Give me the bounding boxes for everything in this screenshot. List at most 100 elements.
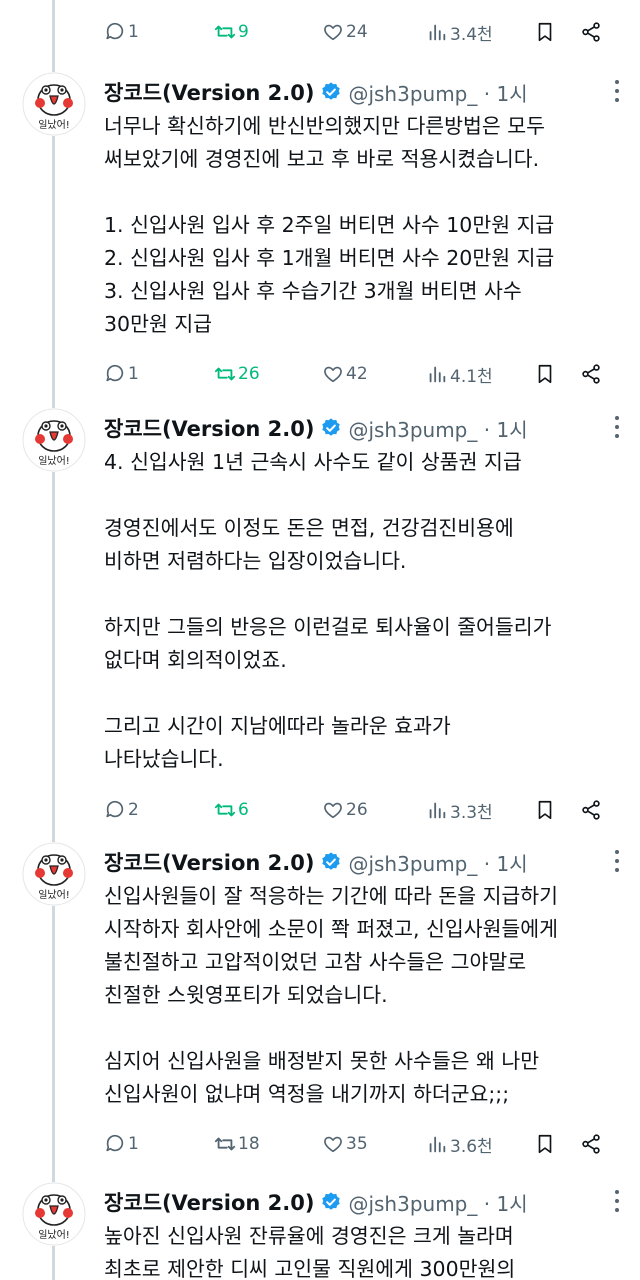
bookmark-button[interactable] xyxy=(534,363,580,385)
tweet-line: 불친절하고 고압적이었던 고참 사수들은 그야말로 xyxy=(104,950,527,974)
author-name[interactable]: 장코드(Version 2.0) xyxy=(104,77,314,107)
reply-icon xyxy=(106,800,124,818)
tweet-line: 경영진에서도 이정도 돈은 면접, 건강검진비용에 xyxy=(104,516,514,540)
verified-badge-icon xyxy=(322,1192,341,1210)
reply-button[interactable]: 2 xyxy=(104,799,214,821)
views-count: 4.1천 xyxy=(450,366,493,387)
retweet-icon xyxy=(214,1137,236,1151)
tweet-line: 비하면 저렴하다는 입장이었습니다. xyxy=(104,549,407,573)
tweet-line: 하지만 그들의 반응은 이런걸로 퇴사율이 줄어들리가 xyxy=(104,615,552,639)
avatar-illustration: 일났어! xyxy=(22,842,86,906)
heart-icon xyxy=(324,802,342,819)
bookmark-button[interactable] xyxy=(534,799,580,821)
more-options-icon[interactable] xyxy=(614,416,620,440)
share-button[interactable] xyxy=(580,1133,604,1155)
reply-button[interactable]: 1 xyxy=(104,363,214,385)
bar-chart-icon xyxy=(429,802,446,819)
tweet-line: 심지어 신입사원을 배정받지 못한 사수들은 왜 나만 xyxy=(104,1049,540,1073)
avatar-illustration: 일났어! xyxy=(22,1182,86,1246)
views-button[interactable]: 3.3천 xyxy=(426,798,534,823)
like-button[interactable]: 24 xyxy=(322,21,426,43)
tweet-time: 1시 xyxy=(496,1191,528,1216)
bar-chart-icon xyxy=(429,1136,446,1153)
like-button[interactable]: 35 xyxy=(322,1133,426,1155)
bookmark-button[interactable] xyxy=(534,21,580,43)
tweet-header: 장코드(Version 2.0) @jsh3pump_ · 1시 xyxy=(104,842,528,882)
heart-icon xyxy=(324,1136,342,1153)
views-count: 3.6천 xyxy=(450,1136,493,1157)
like-button[interactable]: 42 xyxy=(322,363,426,385)
avatar[interactable]: 일났어! xyxy=(22,842,86,906)
bookmark-icon xyxy=(538,1134,552,1154)
share-button[interactable] xyxy=(580,799,604,821)
handle-text: @jsh3pump_ xyxy=(348,1191,478,1216)
views-count: 3.3천 xyxy=(450,802,493,823)
reply-button[interactable]: 1 xyxy=(104,21,214,43)
more-options-icon[interactable] xyxy=(614,850,620,874)
share-icon xyxy=(582,22,600,42)
heart-icon xyxy=(324,24,342,41)
retweet-button[interactable]: 6 xyxy=(214,799,322,821)
avatar-illustration: 일났어! xyxy=(22,72,86,136)
share-icon xyxy=(582,364,600,384)
share-button[interactable] xyxy=(580,21,604,43)
avatar[interactable]: 일났어! xyxy=(22,408,86,472)
tweet-line: 2. 신입사원 입사 후 1개월 버티면 사수 20만원 지급 xyxy=(104,246,555,270)
more-options-icon[interactable] xyxy=(614,1190,620,1214)
tweet-text: 높아진 신입사원 잔류율에 경영진은 크게 놀라며 최초로 제안한 디씨 고인물 … xyxy=(104,1220,614,1280)
retweet-button[interactable]: 18 xyxy=(214,1133,322,1155)
views-button[interactable]: 3.6천 xyxy=(426,1132,534,1157)
more-options-icon[interactable] xyxy=(614,80,620,104)
author-handle[interactable]: @jsh3pump_ · 1시 xyxy=(348,78,527,107)
verified-badge-icon xyxy=(322,82,341,100)
tweet-text: 4. 신입사원 1년 근속시 사수도 같이 상품권 지급경영진에서도 이정도 돈… xyxy=(104,446,614,776)
author-name[interactable]: 장코드(Version 2.0) xyxy=(104,1187,314,1217)
retweet-count: 18 xyxy=(238,1134,260,1154)
reply-button[interactable]: 1 xyxy=(104,1133,214,1155)
tweet-line: 높아진 신입사원 잔류율에 경영진은 크게 놀라며 xyxy=(104,1224,514,1248)
bar-chart-icon xyxy=(429,24,446,41)
views-button[interactable]: 4.1천 xyxy=(426,362,534,387)
bookmark-icon xyxy=(538,800,552,820)
retweet-icon xyxy=(214,803,236,817)
tweet-line: 신입사원들이 잘 적응하는 기간에 따라 돈을 지급하기 xyxy=(104,884,559,908)
tweet-line: 시작하자 회사안에 소문이 쫙 퍼졌고, 신입사원들에게 xyxy=(104,917,559,941)
avatar-caption: 일났어! xyxy=(38,1229,70,1241)
tweet-line: 3. 신입사원 입사 후 수습기간 3개월 버티면 사수 xyxy=(104,279,522,303)
tweet-header: 장코드(Version 2.0) @jsh3pump_ · 1시 xyxy=(104,72,528,112)
reply-icon xyxy=(106,364,124,382)
views-button[interactable]: 3.4천 xyxy=(426,20,534,45)
author-handle[interactable]: @jsh3pump_ · 1시 xyxy=(348,848,527,877)
tweet-line: 1. 신입사원 입사 후 2주일 버티면 사수 10만원 지급 xyxy=(104,213,555,237)
author-handle[interactable]: @jsh3pump_ · 1시 xyxy=(348,414,527,443)
tweet-text: 신입사원들이 잘 적응하는 기간에 따라 돈을 지급하기시작하자 회사안에 소문… xyxy=(104,880,614,1111)
share-icon xyxy=(582,1134,600,1154)
tweet-action-bar: 2 6 26 3.3천 xyxy=(104,790,624,830)
author-name[interactable]: 장코드(Version 2.0) xyxy=(104,847,314,877)
avatar-caption: 일났어! xyxy=(38,119,70,131)
retweet-button[interactable]: 9 xyxy=(214,21,322,43)
reply-count: 1 xyxy=(128,1134,139,1154)
handle-text: @jsh3pump_ xyxy=(348,851,478,876)
avatar-illustration: 일났어! xyxy=(22,408,86,472)
tweet-line: 신입사원이 없냐며 역정을 내기까지 하더군요;;; xyxy=(104,1082,510,1106)
tweet-line: 4. 신입사원 1년 근속시 사수도 같이 상품권 지급 xyxy=(104,450,522,474)
retweet-button[interactable]: 26 xyxy=(214,363,322,385)
tweet-line: 써보았기에 경영진에 보고 후 바로 적용시켰습니다. xyxy=(104,147,540,171)
like-count: 24 xyxy=(346,22,368,42)
avatar[interactable]: 일났어! xyxy=(22,1182,86,1246)
avatar-caption: 일났어! xyxy=(38,455,70,467)
avatar[interactable]: 일났어! xyxy=(22,72,86,136)
author-handle[interactable]: @jsh3pump_ · 1시 xyxy=(348,1188,527,1217)
bookmark-button[interactable] xyxy=(534,1133,580,1155)
handle-text: @jsh3pump_ xyxy=(348,81,478,106)
like-button[interactable]: 26 xyxy=(322,799,426,821)
bookmark-icon xyxy=(538,364,552,384)
verified-badge-icon xyxy=(322,418,341,436)
author-name[interactable]: 장코드(Version 2.0) xyxy=(104,413,314,443)
share-button[interactable] xyxy=(580,363,604,385)
